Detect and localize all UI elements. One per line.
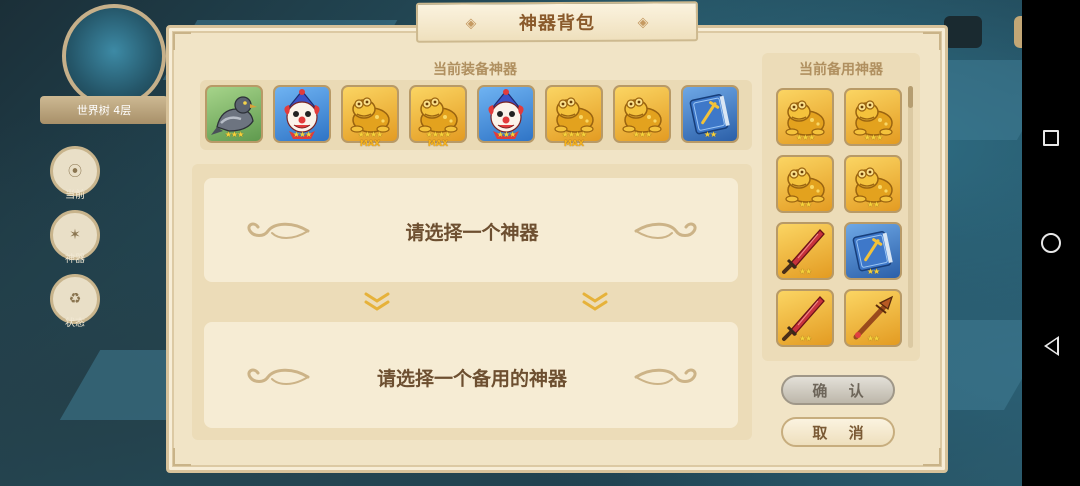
right-flourish-icon (634, 222, 697, 239)
double-chevron-down-icon (364, 292, 390, 311)
equipped-artifact-slot[interactable]: ★★★★ (341, 85, 399, 143)
star-rating: ★★★ (496, 130, 517, 139)
select-artifact-prompt: 请选择一个神器 (405, 222, 539, 244)
confirm-button[interactable]: 确 认 (781, 375, 895, 405)
panel-corner-ornament (173, 32, 191, 50)
spare-artifact-slot[interactable]: ★★ (844, 289, 902, 347)
home-button[interactable] (1022, 223, 1080, 263)
star-rating: ★★★★ (357, 130, 384, 139)
star-rating: ★★ (703, 130, 717, 139)
max-level-badge: MAX (359, 139, 381, 148)
hud-indicator[interactable] (944, 16, 982, 48)
panel-title: 神器背包 (518, 12, 596, 35)
spare-section-title: 当前备用神器 (799, 62, 883, 78)
max-level-badge: MAX (563, 139, 585, 148)
panel-title-tab: ◈ 神器背包 ◈ (415, 1, 699, 43)
equipped-artifact-slot[interactable]: ★★★ (273, 85, 331, 143)
diamond-ornament-icon: ◈ (637, 14, 649, 31)
spare-artifact-slot[interactable]: ★★ (776, 222, 834, 280)
right-flourish-icon (634, 368, 697, 385)
star-rating: ★★ (866, 334, 880, 343)
side-label-status: 状态 (65, 318, 85, 329)
panel-corner-ornament (923, 448, 941, 466)
spare-scrollbar[interactable] (908, 86, 913, 348)
spare-artifact-slot[interactable]: ★★★ (776, 88, 834, 146)
star-rating: ★★ (798, 200, 812, 209)
equipped-artifact-slot[interactable]: ★★★★ (409, 85, 467, 143)
back-button[interactable] (1022, 326, 1080, 366)
max-level-badge: MAX (427, 139, 449, 148)
star-rating: ★★★ (632, 130, 653, 139)
spare-artifact-slot[interactable]: ★★ (776, 289, 834, 347)
side-label-artifact: 神器 (65, 254, 85, 265)
equipped-artifact-slot[interactable]: ★★ (681, 85, 739, 143)
minimap[interactable] (62, 4, 166, 108)
star-rating: ★★ (798, 334, 812, 343)
equipped-artifact-slot[interactable]: ★★★ (477, 85, 535, 143)
equipped-artifact-slot[interactable]: ★★★ (613, 85, 671, 143)
recent-apps-button[interactable] (1022, 118, 1080, 158)
spare-artifact-slot[interactable]: ★★ (776, 155, 834, 213)
triangle-back-icon (1043, 336, 1059, 356)
side-label-current: 当前 (65, 190, 85, 201)
star-rating: ★★★ (795, 133, 816, 142)
star-rating: ★★ (798, 267, 812, 276)
star-rating: ★★ (866, 200, 880, 209)
cycle-icon: ♻ (68, 291, 82, 307)
scrollbar-thumb[interactable] (908, 86, 913, 108)
equipped-section-title: 当前装备神器 (433, 62, 517, 78)
star-rating: ★★★ (224, 130, 245, 139)
diamond-ornament-icon: ◈ (465, 15, 477, 32)
square-icon (1043, 130, 1059, 146)
equipped-artifact-slot[interactable]: ★★★★ (545, 85, 603, 143)
spare-artifact-slot[interactable]: ★★★ (844, 88, 902, 146)
double-chevron-down-icon (582, 292, 608, 311)
cancel-button[interactable]: 取 消 (781, 417, 895, 447)
star-emblem-icon: ✶ (69, 227, 81, 243)
star-rating: ★★★ (863, 133, 884, 142)
star-rating: ★★★ (292, 130, 313, 139)
panel-corner-ornament (173, 448, 191, 466)
left-flourish-icon (247, 368, 310, 385)
star-rating: ★★★★ (561, 130, 588, 139)
equipped-artifact-slot[interactable]: ★★★ (205, 85, 263, 143)
spare-artifact-slot[interactable]: ★★ (844, 155, 902, 213)
left-flourish-icon (247, 222, 310, 239)
minimap-label: 世界树 4层 (40, 96, 168, 124)
circle-icon (1041, 233, 1061, 253)
star-rating: ★★★★ (425, 130, 452, 139)
panel-corner-ornament (923, 32, 941, 50)
star-rating: ★★ (866, 267, 880, 276)
select-spare-prompt: 请选择一个备用的神器 (376, 368, 567, 390)
location-pin-icon: ⦿ (68, 164, 82, 180)
system-navigation-bar (1022, 0, 1080, 486)
spare-artifact-slot[interactable]: ★★ (844, 222, 902, 280)
